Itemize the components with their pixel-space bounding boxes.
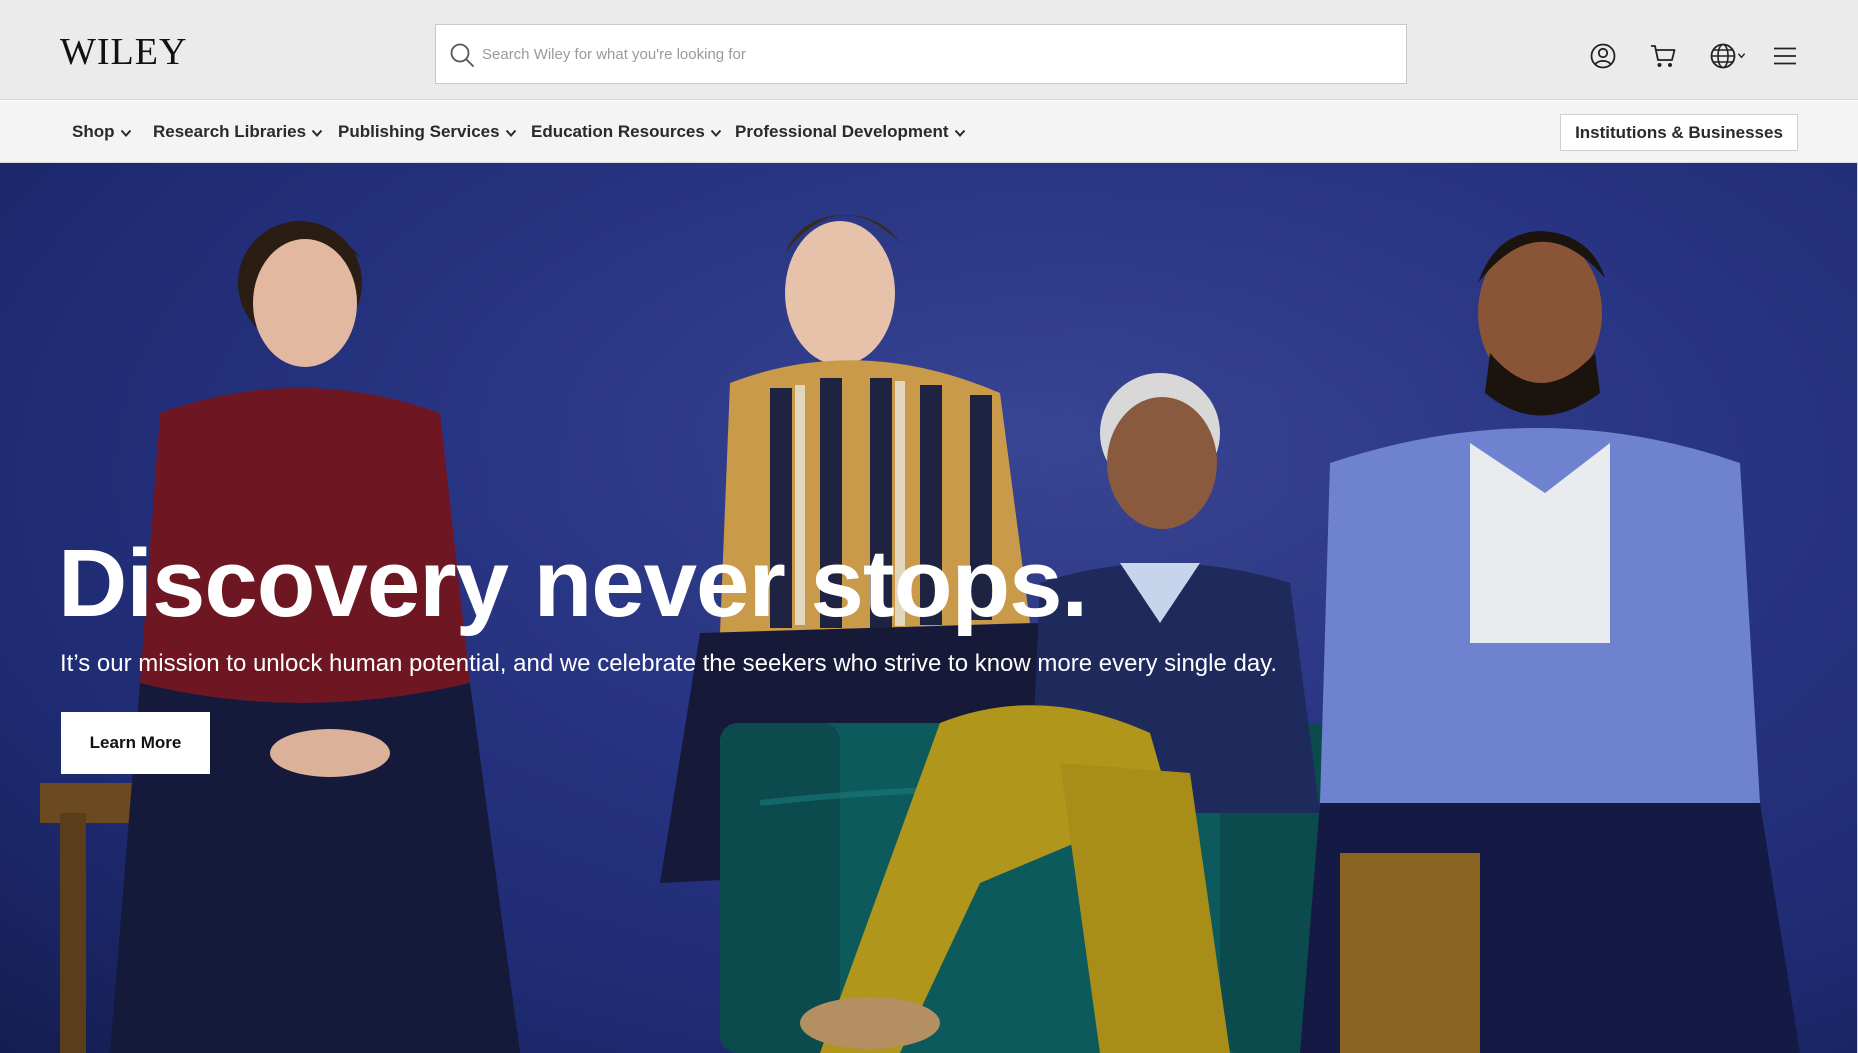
hero-subtitle: It’s our mission to unlock human potenti… [60, 650, 1278, 677]
site-header: WILEY [0, 0, 1858, 100]
shopping-cart-icon[interactable] [1649, 42, 1677, 70]
user-account-icon[interactable] [1589, 42, 1617, 70]
wiley-logo[interactable]: WILEY [60, 33, 187, 71]
chevron-down-icon [120, 129, 131, 137]
search-bar[interactable] [435, 24, 1407, 84]
hero-banner: Discovery never stops. It’s our mission … [0, 163, 1858, 1053]
hero-title: Discovery never stops. [58, 530, 1088, 637]
nav-item-publishing-services[interactable]: Publishing Services [338, 121, 518, 143]
nav-item-label: Publishing Services [338, 122, 500, 141]
globe-language-icon [1710, 43, 1736, 69]
chevron-down-icon [505, 129, 516, 137]
main-navigation: Shop Research Libraries Publishing Servi… [0, 101, 1858, 163]
nav-item-research-libraries[interactable]: Research Libraries [153, 121, 324, 143]
nav-item-label: Education Resources [531, 122, 705, 141]
learn-more-button[interactable]: Learn More [61, 712, 210, 774]
language-selector[interactable] [1709, 42, 1747, 70]
nav-item-label: Research Libraries [153, 122, 307, 141]
nav-item-shop[interactable]: Shop [72, 121, 133, 143]
chevron-down-icon [311, 129, 323, 137]
chevron-down-icon [1737, 53, 1746, 59]
search-input[interactable] [482, 25, 1382, 83]
nav-item-education-resources[interactable]: Education Resources [531, 121, 723, 143]
nav-item-professional-development[interactable]: Professional Development [735, 121, 967, 143]
nav-item-label: Professional Development [735, 122, 949, 141]
search-icon [450, 43, 474, 67]
institutions-businesses-button[interactable]: Institutions & Businesses [1560, 114, 1798, 151]
nav-item-label: Shop [72, 122, 115, 141]
chevron-down-icon [710, 129, 722, 137]
chevron-down-icon [954, 129, 965, 137]
hamburger-menu-icon[interactable] [1771, 42, 1799, 70]
